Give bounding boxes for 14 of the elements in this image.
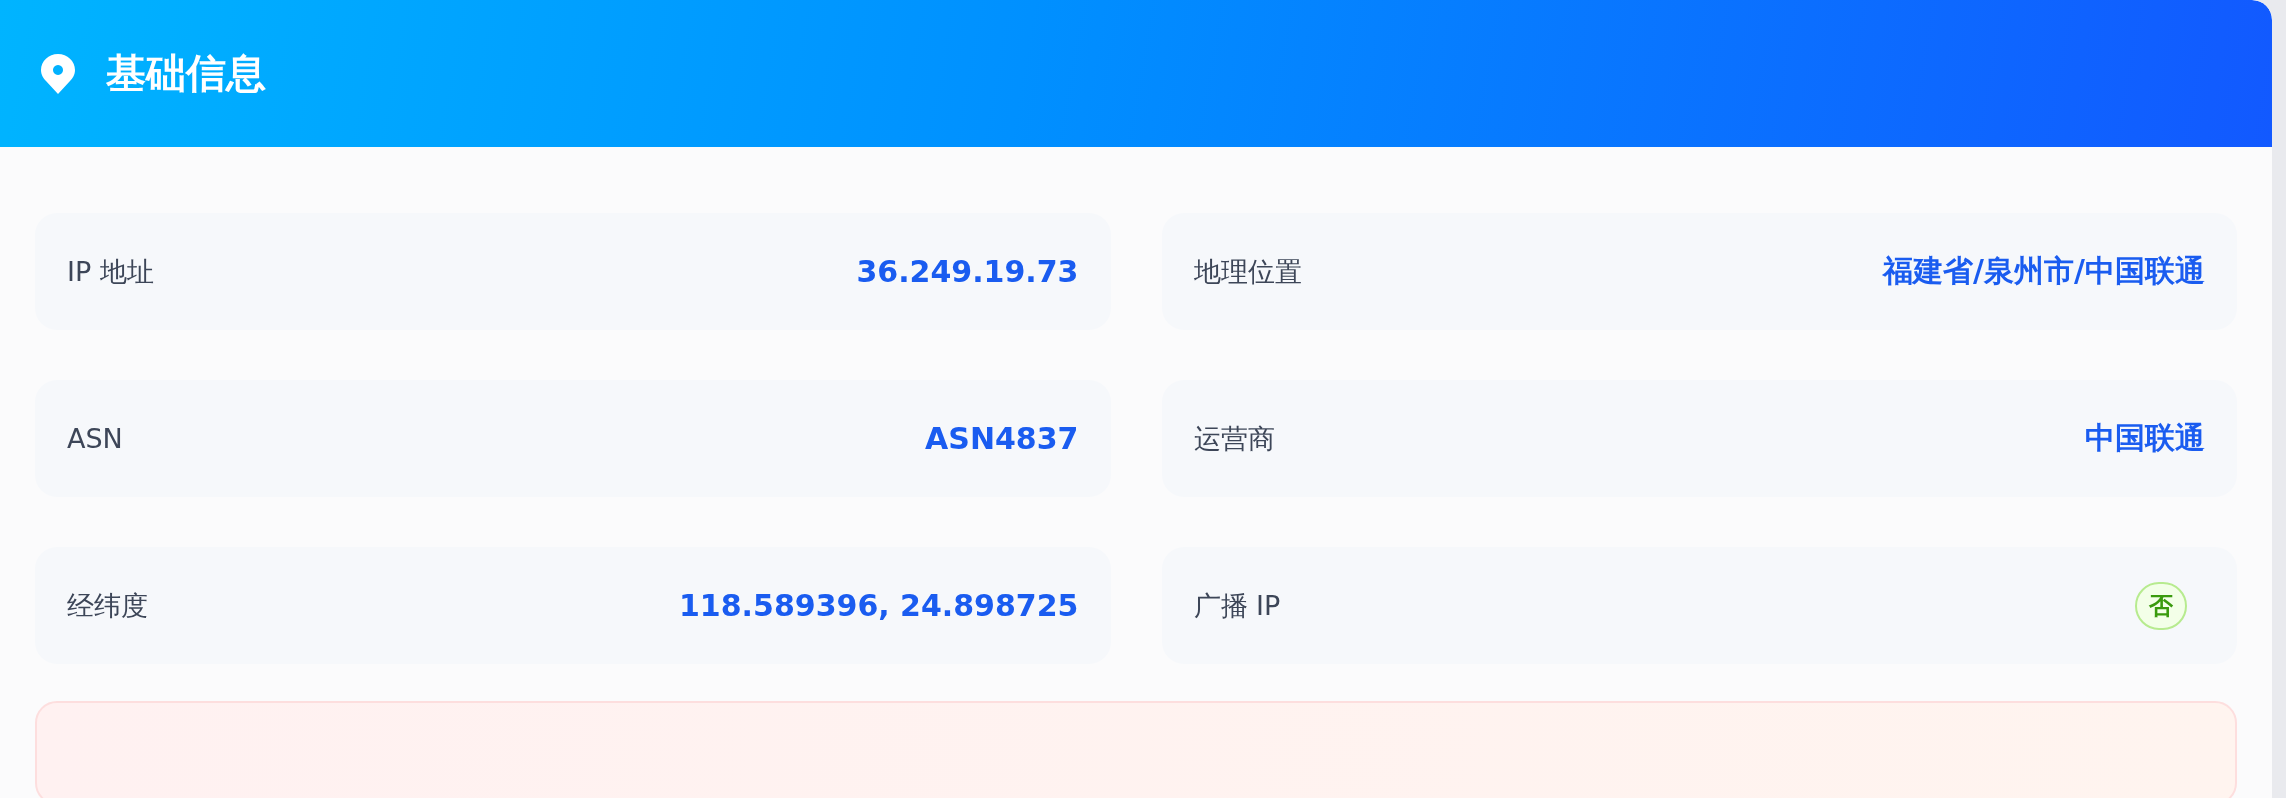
field-value: 福建省/泉州市/中国联通 [1883,252,2205,290]
field-label: ASN [67,423,123,454]
field-label: 经纬度 [67,588,148,623]
field-label: 运营商 [1193,421,1275,456]
field-label: 广播 IP [1193,588,1281,623]
field-label: 地理位置 [1193,254,1302,289]
field-value: 118.589396, 24.898725 [679,588,1079,623]
location-pin-icon [40,52,76,95]
field-label: IP 地址 [67,254,154,289]
field-value: 36.249.19.73 [856,254,1079,289]
field-value: ASN4837 [925,421,1079,456]
panel-title: 基础信息 [106,49,266,98]
status-badge: 否 [2135,581,2187,630]
field-value: 中国联通 [2085,419,2205,457]
